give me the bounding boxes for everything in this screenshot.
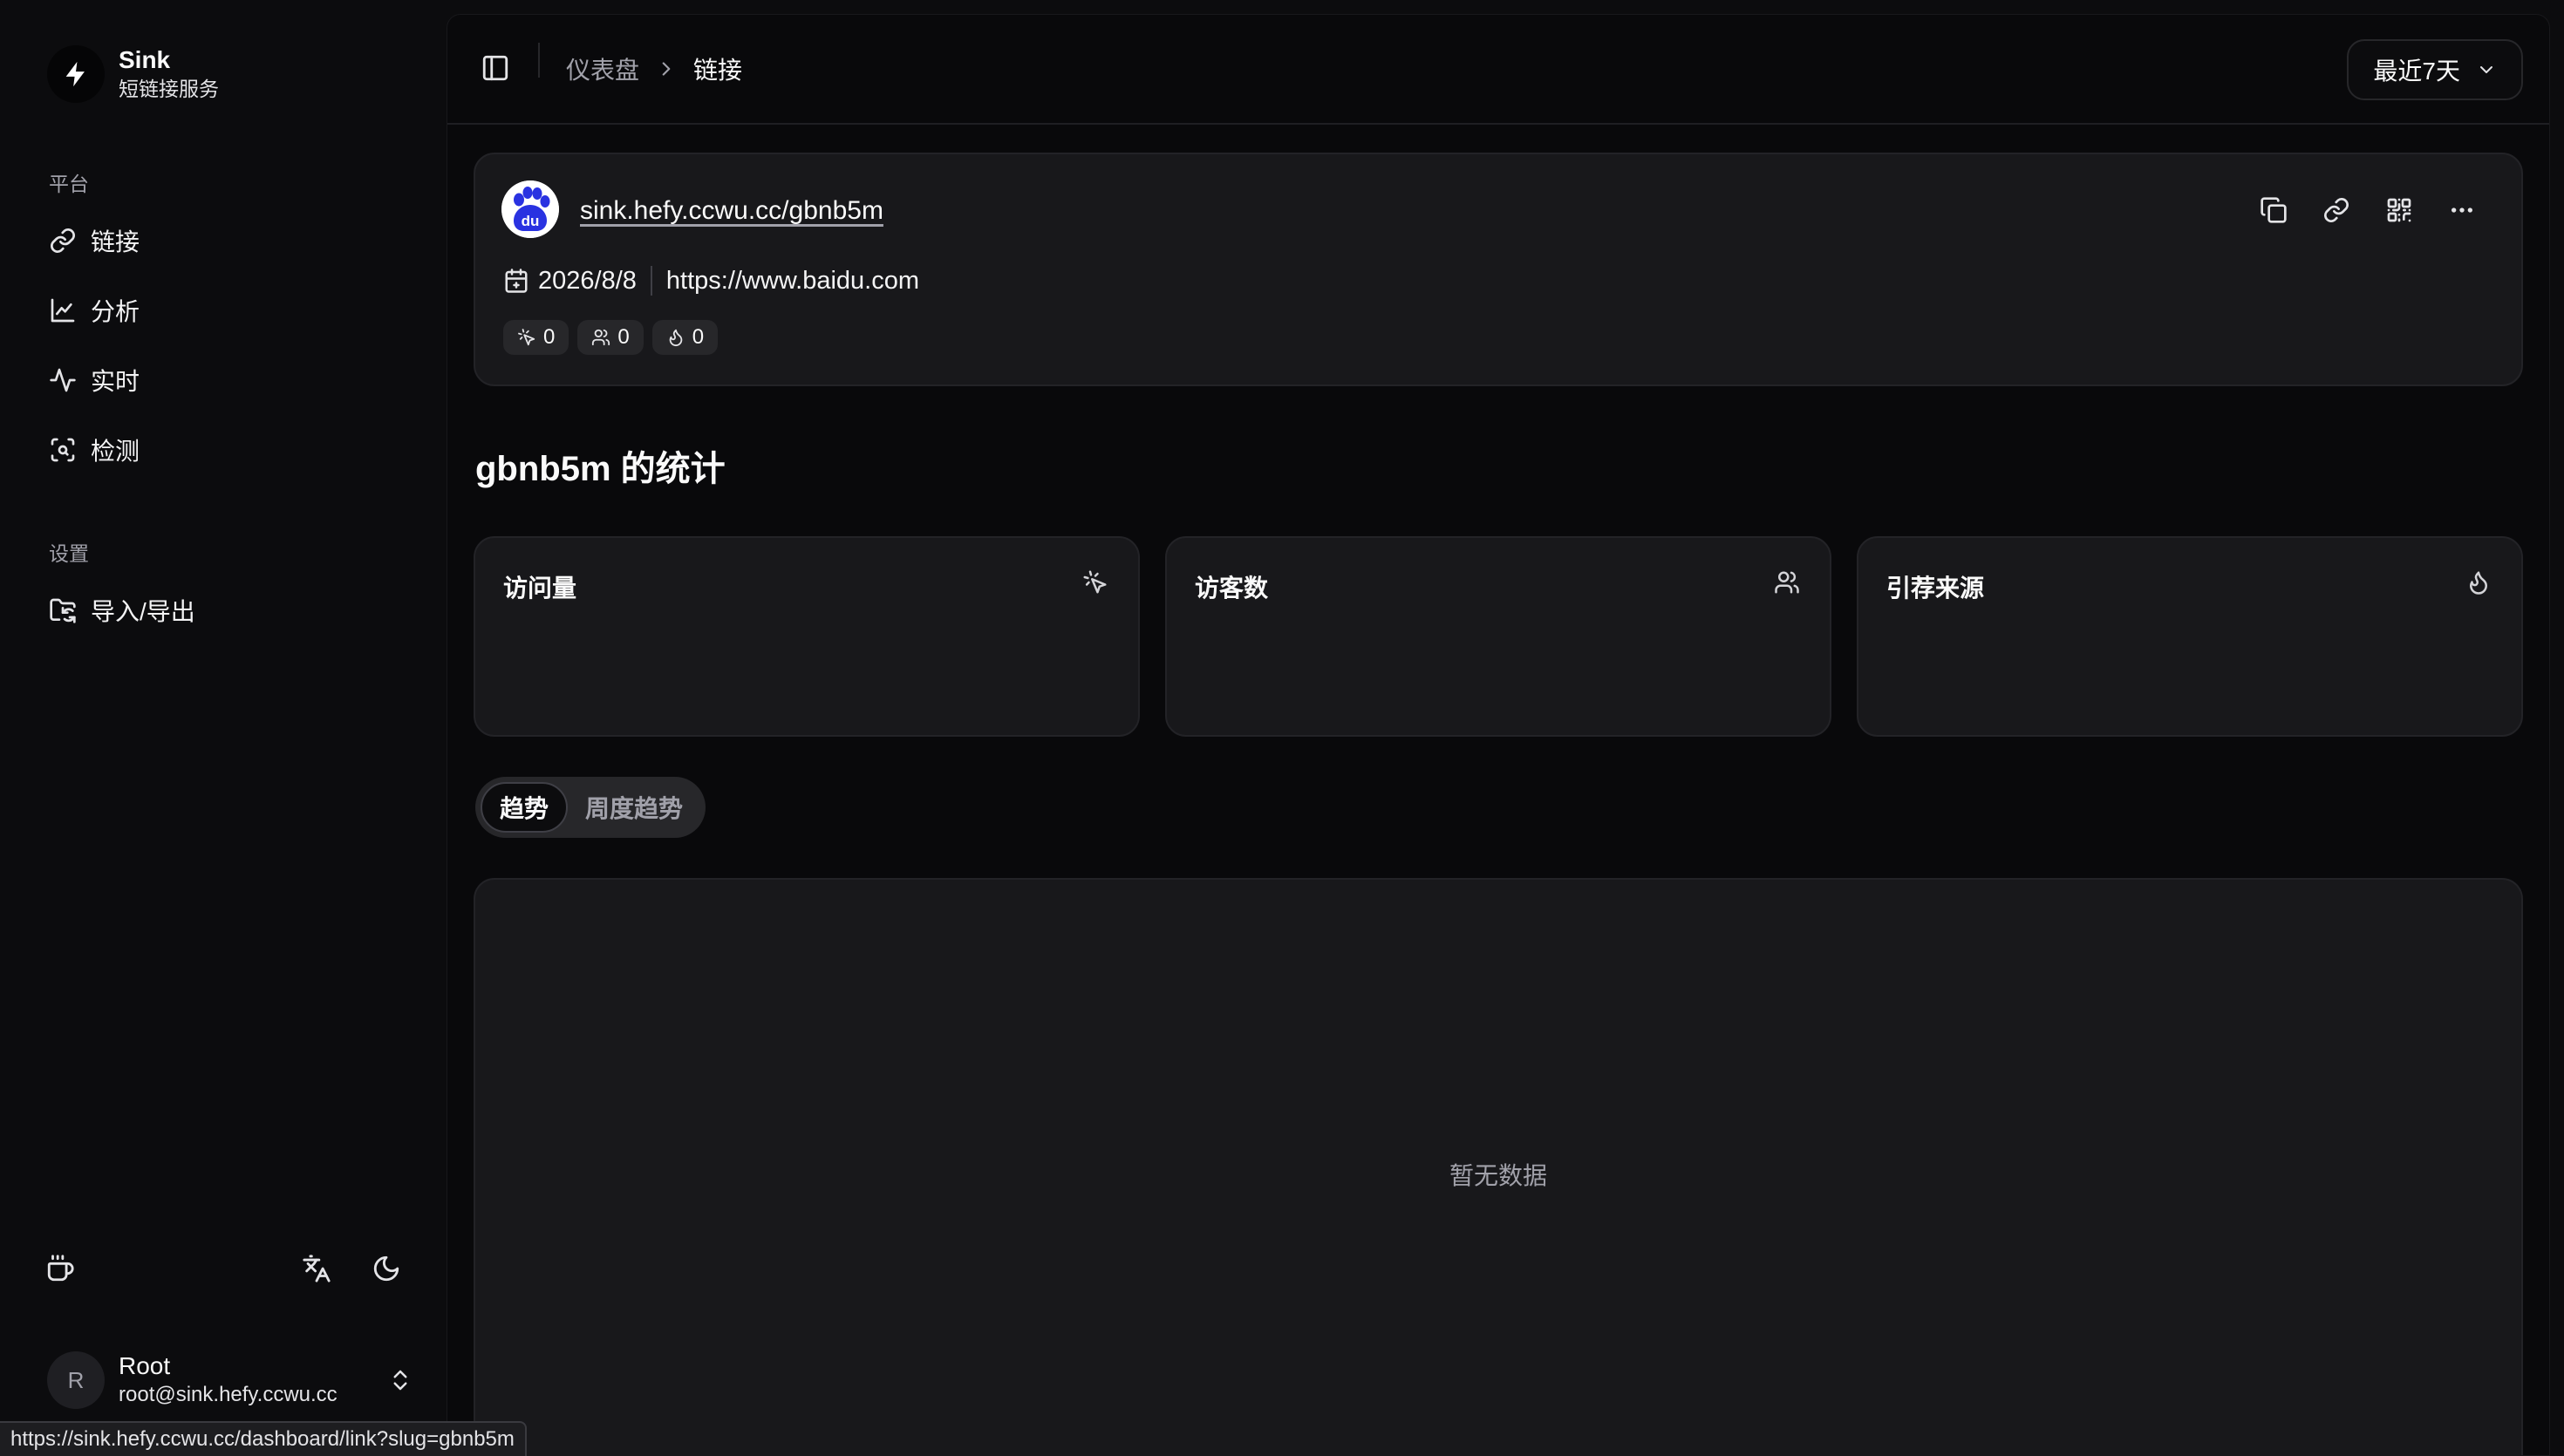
- visitors-count: 0: [617, 325, 630, 349]
- sidebar-item-analysis[interactable]: 分析: [35, 282, 419, 338]
- visits-count: 0: [543, 325, 556, 349]
- sidebar-item-label: 导入/导出: [91, 598, 195, 625]
- visitors-chip: 0: [577, 320, 644, 355]
- favicon-text: du: [522, 213, 540, 229]
- sidebar-item-label: 检测: [91, 438, 140, 465]
- sidebar-footer-actions: [45, 1254, 403, 1289]
- sidebar-item-label: 实时: [91, 368, 140, 395]
- users-icon: [1774, 569, 1802, 597]
- topbar-divider: [538, 43, 540, 78]
- visits-card: 访问量: [474, 536, 1140, 737]
- referers-card: 引荐来源: [1857, 536, 2523, 737]
- stat-card-title: 访问量: [503, 575, 577, 602]
- sidebar-item-realtime[interactable]: 实时: [35, 352, 419, 408]
- created-date: 2026/8/8: [538, 266, 637, 295]
- breadcrumb-links: 链接: [693, 57, 743, 84]
- sidebar-item-links[interactable]: 链接: [35, 213, 419, 269]
- mouse-pointer-click-icon: [517, 328, 536, 347]
- translate-icon[interactable]: [302, 1254, 333, 1285]
- status-bar-url: https://sink.hefy.ccwu.cc/dashboard/link…: [0, 1421, 527, 1456]
- main-panel: 仪表盘 链接 最近7天 du sink.hefy.ccwu.cc/gbnb5m …: [447, 14, 2550, 1456]
- moon-icon[interactable]: [372, 1254, 403, 1285]
- copy-icon[interactable]: [2260, 196, 2289, 226]
- chart-tabs: 趋势 周度趋势: [475, 777, 706, 838]
- activity-icon: [49, 366, 77, 394]
- time-range-value: 最近7天: [2373, 58, 2460, 85]
- user-menu[interactable]: R Root root@sink.hefy.ccwu.cc: [47, 1350, 413, 1411]
- breadcrumb-dashboard[interactable]: 仪表盘: [566, 51, 639, 86]
- user-name: Root: [119, 1352, 171, 1379]
- sidebar-item-import-export[interactable]: 导入/导出: [35, 582, 419, 638]
- scan-search-icon: [49, 436, 77, 464]
- sidebar: Sink 短链接服务 平台 链接 分析 实时 检测 设置 导入/导出 R Roo…: [0, 0, 447, 1456]
- qr-code-icon[interactable]: [2385, 196, 2415, 226]
- sidebar-item-label: 链接: [91, 228, 140, 255]
- link-icon: [49, 227, 77, 255]
- visits-chip: 0: [503, 320, 569, 355]
- link-actions: [2260, 196, 2478, 226]
- stat-card-title: 访客数: [1195, 575, 1269, 602]
- stats-heading: gbnb5m 的统计: [475, 450, 726, 488]
- chevron-right-icon: [655, 58, 678, 80]
- sidebar-item-label: 分析: [91, 298, 140, 325]
- baidu-paw-icon: du: [501, 180, 559, 238]
- topbar: 仪表盘 链接 最近7天: [447, 15, 2549, 125]
- more-horizontal-icon[interactable]: [2448, 196, 2478, 226]
- platform-group-label: 平台: [49, 173, 89, 195]
- link-meta: 2026/8/8 https://www.baidu.com: [503, 266, 919, 296]
- chart-icon: [49, 296, 77, 324]
- link-stat-chips: 0 0 0: [503, 320, 719, 355]
- sidebar-item-inspect[interactable]: 检测: [35, 422, 419, 478]
- breadcrumb: 仪表盘 链接: [566, 51, 742, 86]
- calendar-icon: [503, 268, 529, 294]
- link-icon[interactable]: [2322, 196, 2352, 226]
- time-range-select[interactable]: 最近7天: [2347, 39, 2523, 100]
- link-card: du sink.hefy.ccwu.cc/gbnb5m 2026/8/8 htt…: [474, 153, 2523, 386]
- users-icon: [591, 328, 610, 347]
- coffee-icon[interactable]: [45, 1254, 77, 1285]
- tab-trend[interactable]: 趋势: [481, 782, 569, 833]
- avatar: R: [47, 1351, 105, 1409]
- referers-chip: 0: [651, 320, 719, 355]
- user-email: root@sink.hefy.ccwu.cc: [119, 1383, 338, 1406]
- sidebar-toggle-icon[interactable]: [481, 53, 512, 85]
- target-url[interactable]: https://www.baidu.com: [666, 267, 919, 296]
- trend-chart-card: 暂无数据: [474, 878, 2523, 1455]
- settings-group-label: 设置: [49, 542, 89, 565]
- chevron-down-icon: [2476, 59, 2497, 80]
- referers-count: 0: [692, 325, 705, 349]
- flame-icon: [2465, 569, 2493, 597]
- brand-subtitle: 短链接服务: [119, 78, 219, 100]
- short-url-link[interactable]: sink.hefy.ccwu.cc/gbnb5m: [580, 196, 883, 226]
- mouse-pointer-click-icon: [1082, 569, 1110, 597]
- folder-sync-icon: [49, 596, 77, 624]
- visitors-card: 访客数: [1165, 536, 1831, 737]
- stat-card-title: 引荐来源: [1886, 575, 1985, 602]
- bolt-icon: [47, 45, 105, 103]
- meta-divider: [650, 266, 652, 296]
- chevrons-up-down-icon: [387, 1367, 413, 1393]
- chart-empty-state: 暂无数据: [1449, 1162, 1547, 1189]
- brand[interactable]: Sink 短链接服务: [47, 45, 219, 103]
- favicon: du: [501, 180, 559, 238]
- brand-name: Sink: [119, 46, 171, 73]
- tab-weekly-trend[interactable]: 周度趋势: [568, 782, 700, 833]
- flame-icon: [666, 328, 685, 347]
